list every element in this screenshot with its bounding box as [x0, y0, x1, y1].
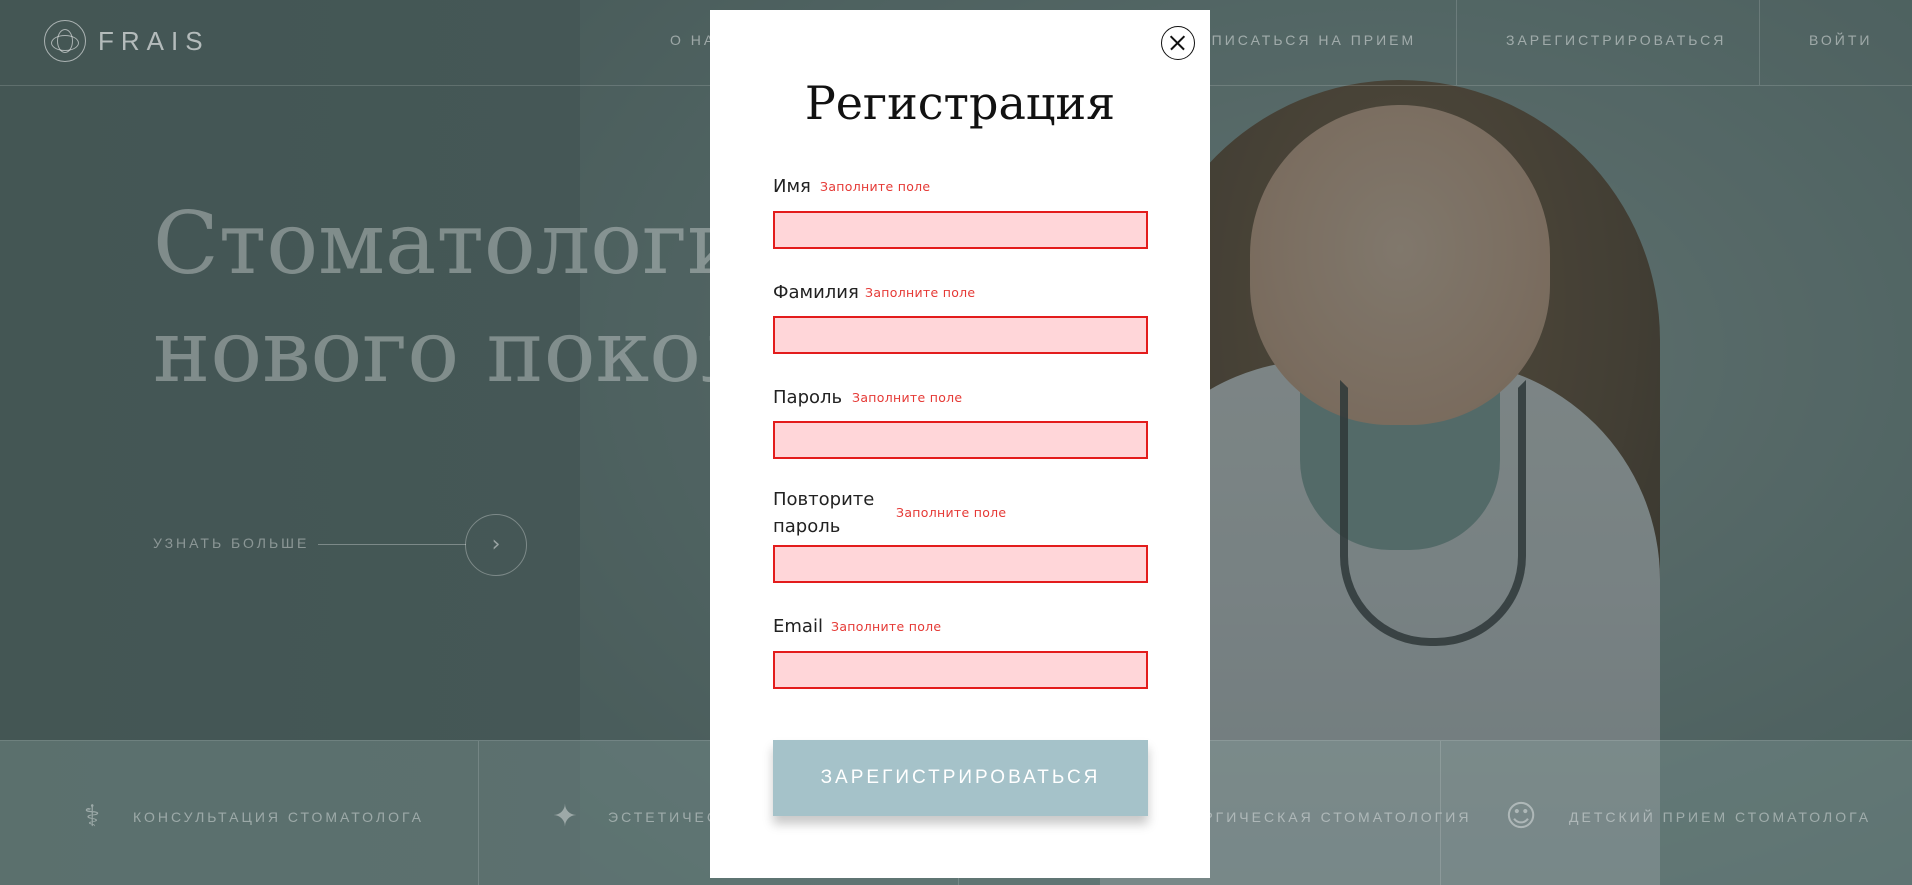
baby-face-icon: ☺	[1505, 799, 1537, 834]
first-name-label: Имя	[773, 176, 811, 197]
repeat-password-label: Повторите пароль	[773, 489, 875, 537]
sparkle-tooth-icon: ✦	[552, 799, 578, 834]
logo-text: FRAIS	[98, 25, 210, 56]
password-error: Заполните поле	[852, 390, 963, 405]
modal-title: Регистрация	[804, 76, 1116, 130]
nav-login[interactable]: ВОЙТИ	[1809, 32, 1872, 48]
email-input[interactable]	[773, 651, 1148, 689]
last-name-label: Фамилия	[773, 282, 859, 303]
nav-register[interactable]: ЗАРЕГИСТРИРОВАТЬСЯ	[1506, 32, 1726, 48]
nav-divider	[1456, 0, 1457, 85]
doctor-icon: ⚕	[83, 799, 101, 834]
repeat-password-input[interactable]	[773, 545, 1148, 583]
learn-more-line	[318, 544, 466, 545]
password-input[interactable]	[773, 421, 1148, 459]
arrow-right-icon[interactable]: ›	[465, 514, 527, 576]
first-name-error: Заполните поле	[820, 179, 931, 194]
last-name-input[interactable]	[773, 316, 1148, 354]
service-kids[interactable]: ДЕТСКИЙ ПРИЕМ СТОМАТОЛОГА	[1569, 809, 1871, 825]
service-divider	[1440, 741, 1441, 885]
learn-more-link[interactable]: УЗНАТЬ БОЛЬШЕ	[153, 535, 309, 551]
service-divider	[478, 741, 479, 885]
register-submit-button[interactable]: ЗАРЕГИСТРИРОВАТЬСЯ	[773, 740, 1148, 816]
nav-divider	[1759, 0, 1760, 85]
lotus-logo-icon	[44, 20, 86, 62]
close-icon[interactable]	[1161, 26, 1195, 60]
password-label: Пароль	[773, 387, 843, 408]
repeat-password-error: Заполните поле	[896, 505, 1007, 520]
logo[interactable]: FRAIS	[44, 20, 210, 62]
service-consultation[interactable]: КОНСУЛЬТАЦИЯ СТОМАТОЛОГА	[133, 809, 424, 825]
nav-book-appointment[interactable]: ЗАПИСАТЬСЯ НА ПРИЕМ	[1188, 32, 1416, 48]
last-name-error: Заполните поле	[865, 285, 976, 300]
email-error: Заполните поле	[831, 619, 942, 634]
email-label: Email	[773, 616, 823, 637]
registration-modal: Регистрация Имя Заполните поле Фамилия З…	[710, 10, 1210, 878]
page-background: FRAIS О НАС ЗАПИСАТЬСЯ НА ПРИЕМ ЗАРЕГИСТ…	[0, 0, 1912, 885]
first-name-input[interactable]	[773, 211, 1148, 249]
